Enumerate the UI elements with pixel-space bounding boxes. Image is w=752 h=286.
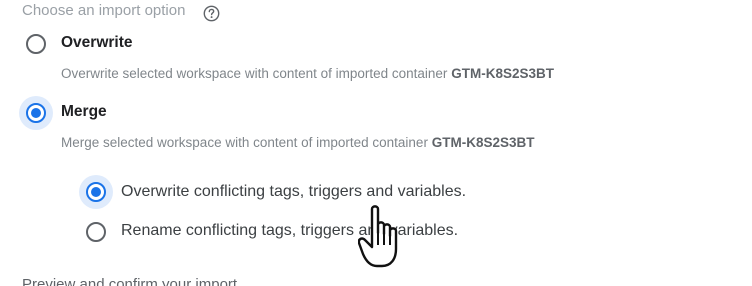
overwrite-container-id: GTM-K8S2S3BT [451,66,554,81]
overwrite-conflicting-radio[interactable] [86,182,106,202]
import-option-heading: Choose an import option [22,2,186,19]
hand-pointer-icon [357,203,414,271]
merge-description-text: Merge selected workspace with content of… [61,135,428,150]
help-circle-icon[interactable] [203,5,220,22]
preview-confirm-heading: Preview and confirm your import [22,276,238,286]
rename-conflicting-radio[interactable] [86,222,106,242]
overwrite-radio[interactable] [26,34,46,54]
merge-option-description: Merge selected workspace with content of… [61,135,535,150]
merge-container-id: GTM-K8S2S3BT [431,135,535,150]
overwrite-option-description: Overwrite selected workspace with conten… [61,66,554,81]
overwrite-description-text: Overwrite selected workspace with conten… [61,66,448,81]
merge-radio[interactable] [26,103,46,123]
overwrite-conflicting-label[interactable]: Overwrite conflicting tags, triggers and… [121,183,466,201]
merge-option-label[interactable]: Merge [61,103,107,121]
overwrite-option-label[interactable]: Overwrite [61,34,133,52]
